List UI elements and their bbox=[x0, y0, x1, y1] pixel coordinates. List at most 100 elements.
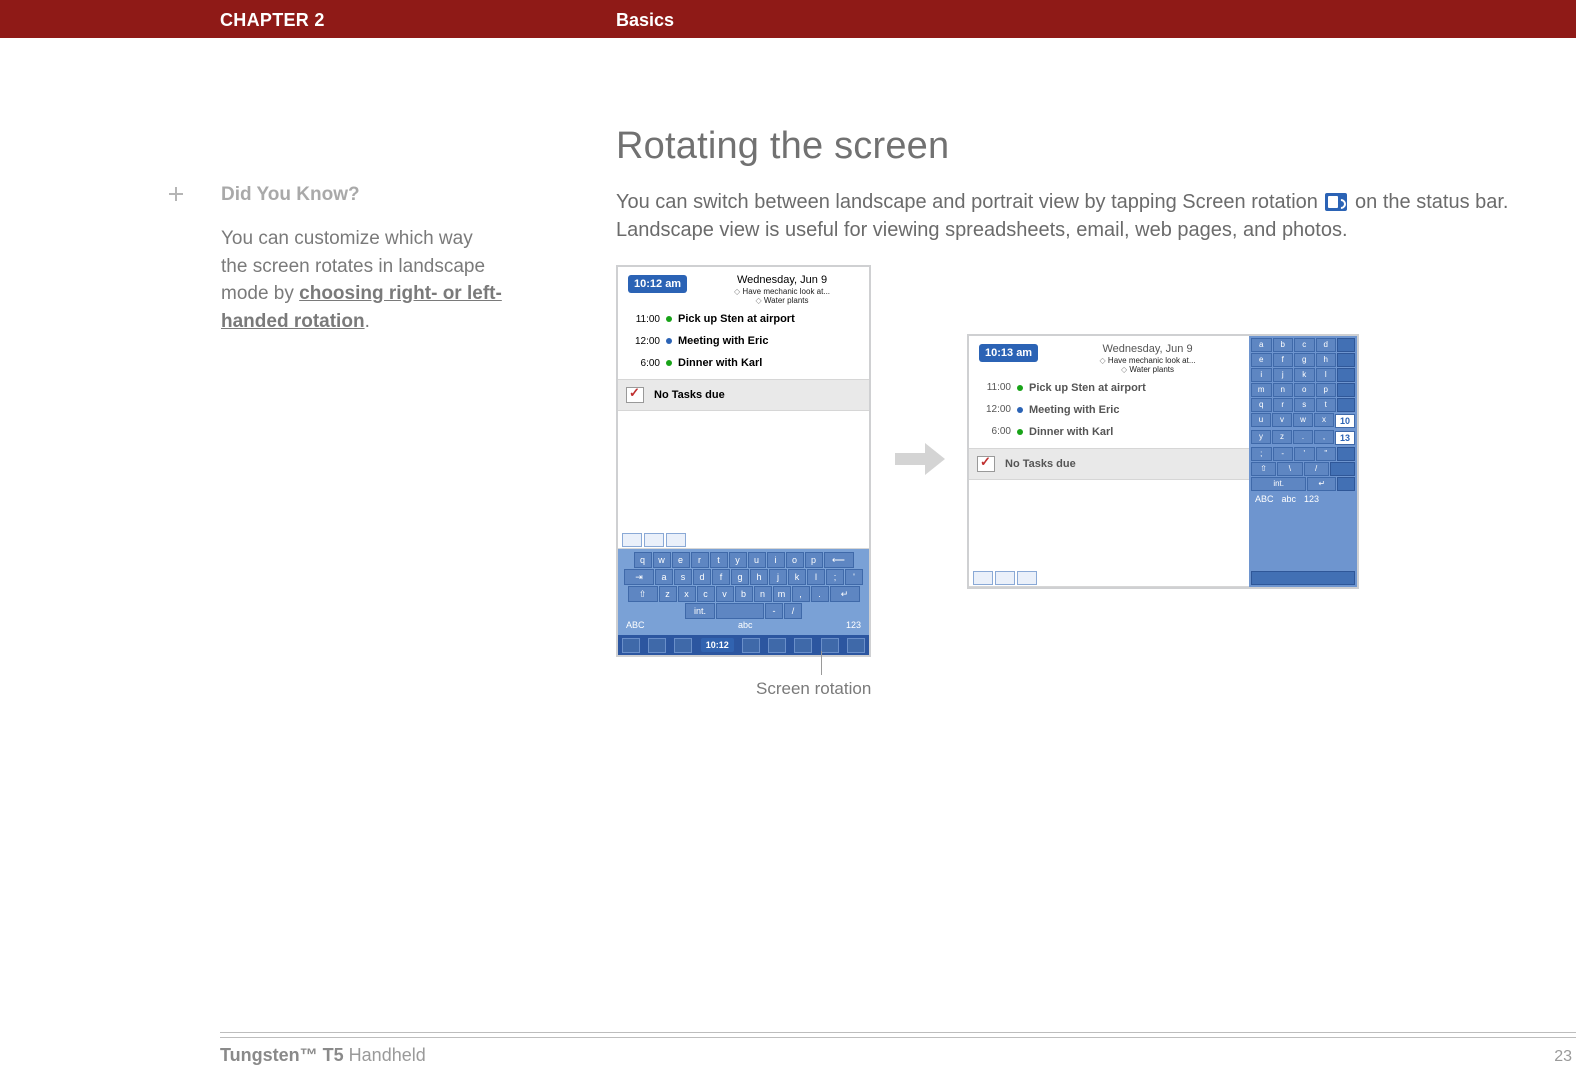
no-tasks-label: No Tasks due bbox=[654, 389, 725, 401]
agenda-text: Meeting with Eric bbox=[678, 335, 768, 347]
arrow-right-icon bbox=[891, 431, 947, 492]
key: - bbox=[1273, 447, 1294, 461]
kbd-mode-abc-lower: abc bbox=[1282, 494, 1297, 504]
portrait-keyboard: q w e r t y u i o p ⟵ ⇥ a bbox=[618, 549, 869, 635]
agenda-text: Meeting with Eric bbox=[1029, 404, 1119, 416]
key: n bbox=[1273, 383, 1294, 397]
landscape-time: 10:13 am bbox=[979, 344, 1038, 362]
agenda-text: Pick up Sten at airport bbox=[678, 313, 795, 325]
enter-key: ↵ bbox=[830, 586, 860, 602]
portrait-screenshot: 10:12 am Wednesday, Jun 9 Have mechanic … bbox=[616, 265, 871, 657]
key: " bbox=[1316, 447, 1337, 461]
backspace-key: ⟵ bbox=[824, 552, 854, 568]
kbd-mode-123: 123 bbox=[1304, 494, 1319, 504]
key: w bbox=[1293, 413, 1313, 427]
key: j bbox=[769, 569, 787, 585]
key: h bbox=[750, 569, 768, 585]
key: \ bbox=[1277, 462, 1302, 476]
side-icon bbox=[1337, 398, 1355, 412]
key: u bbox=[748, 552, 766, 568]
portrait-sub-2: Water plants bbox=[699, 296, 865, 305]
find-icon bbox=[1337, 477, 1355, 491]
footer-product: Tungsten™ T5 Handheld bbox=[220, 1045, 426, 1066]
enter-key: ↵ bbox=[1307, 477, 1336, 491]
agenda-time: 12:00 bbox=[626, 336, 660, 347]
key: g bbox=[731, 569, 749, 585]
lead-text-a: You can switch between landscape and por… bbox=[616, 191, 1323, 213]
key: m bbox=[773, 586, 791, 602]
key: v bbox=[1272, 413, 1292, 427]
screen-rotation-callout: Screen rotation bbox=[756, 679, 871, 699]
key: ' bbox=[845, 569, 863, 585]
side-icon bbox=[1337, 368, 1355, 382]
section-label: Basics bbox=[616, 10, 674, 31]
landscape-screenshot: 10:13 am Wednesday, Jun 9 Have mechanic … bbox=[967, 334, 1359, 589]
callout-leader-line bbox=[821, 651, 822, 675]
intl-key: int. bbox=[1251, 477, 1306, 491]
key: n bbox=[754, 586, 772, 602]
key: k bbox=[1294, 368, 1315, 382]
kbd-mode-abc-lower: abc bbox=[738, 620, 753, 630]
key: v bbox=[716, 586, 734, 602]
key: d bbox=[1316, 338, 1337, 352]
agenda-dot-icon bbox=[666, 338, 672, 344]
checkmark-icon bbox=[977, 456, 995, 472]
kbd-mode-abc-upper: ABC bbox=[626, 620, 645, 630]
key: p bbox=[1316, 383, 1337, 397]
key: q bbox=[634, 552, 652, 568]
agenda-text: Pick up Sten at airport bbox=[1029, 382, 1146, 394]
view-toggle-icon bbox=[995, 571, 1015, 585]
plus-icon bbox=[168, 186, 184, 202]
key: p bbox=[805, 552, 823, 568]
main-content: Rotating the screen You can switch betwe… bbox=[616, 125, 1576, 264]
side-icon bbox=[1337, 383, 1355, 397]
home-icon bbox=[622, 638, 640, 653]
agenda-dot-icon bbox=[666, 316, 672, 322]
key: / bbox=[1304, 462, 1329, 476]
key: t bbox=[1316, 398, 1337, 412]
key: f bbox=[1273, 353, 1294, 367]
agenda-text: Dinner with Karl bbox=[678, 357, 762, 369]
key: w bbox=[653, 552, 671, 568]
agenda-dot-icon bbox=[1017, 429, 1023, 435]
agenda-time: 11:00 bbox=[977, 382, 1011, 393]
signal-icon bbox=[794, 638, 812, 653]
key: z bbox=[1272, 430, 1292, 444]
space-key bbox=[716, 603, 764, 619]
key: ; bbox=[826, 569, 844, 585]
intl-key: int. bbox=[685, 603, 715, 619]
agenda-time: 11:00 bbox=[626, 314, 660, 325]
status-clock: 10:12 bbox=[701, 638, 734, 652]
key: a bbox=[655, 569, 673, 585]
screen-rotation-status-icon bbox=[821, 638, 839, 653]
key: / bbox=[784, 603, 802, 619]
view-toggle-icon bbox=[622, 533, 642, 547]
input-area-icon bbox=[847, 638, 865, 653]
key: , bbox=[1314, 430, 1334, 444]
page-number: 23 bbox=[1554, 1048, 1572, 1066]
shift-key: ⇧ bbox=[1251, 462, 1276, 476]
side-icon bbox=[1330, 462, 1355, 476]
did-you-know-title: Did You Know? bbox=[221, 184, 503, 206]
screen-rotation-icon bbox=[1325, 193, 1347, 211]
key: k bbox=[788, 569, 806, 585]
portrait-sub-1: Have mechanic look at... bbox=[699, 287, 865, 296]
key: r bbox=[1273, 398, 1294, 412]
clock-hour: 10 bbox=[1335, 414, 1355, 428]
landscape-keyboard: abcd efgh ijkl mnop qrst uvwx 10 yz., 13… bbox=[1249, 336, 1357, 587]
clock-min: 13 bbox=[1335, 431, 1355, 445]
side-icon bbox=[1337, 338, 1355, 352]
key: o bbox=[1294, 383, 1315, 397]
shift-key: ⇧ bbox=[628, 586, 658, 602]
header-bar: CHAPTER 2 Basics bbox=[0, 0, 1576, 38]
footer-product-rest: Handheld bbox=[344, 1045, 426, 1065]
key: q bbox=[1251, 398, 1272, 412]
key: ; bbox=[1251, 447, 1272, 461]
view-toggle-icon bbox=[1017, 571, 1037, 585]
key: x bbox=[1314, 413, 1334, 427]
key: s bbox=[1294, 398, 1315, 412]
key: i bbox=[767, 552, 785, 568]
key: y bbox=[1251, 430, 1271, 444]
kbd-mode-abc-upper: ABC bbox=[1255, 494, 1274, 504]
key: g bbox=[1294, 353, 1315, 367]
